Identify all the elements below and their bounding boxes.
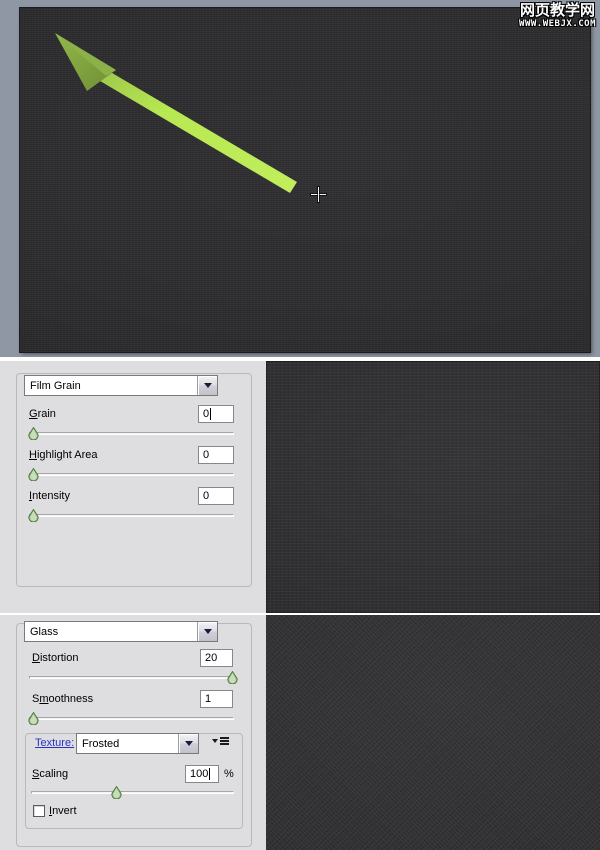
distortion-value: 20 — [205, 652, 218, 664]
grain-value: 0 — [203, 408, 210, 420]
grain-slider[interactable] — [28, 427, 234, 440]
grain-label: Grain — [29, 408, 56, 420]
glass-preview-image — [266, 615, 600, 850]
highlight-area-slider[interactable] — [28, 468, 234, 481]
smoothness-slider-track[interactable] — [29, 717, 234, 720]
glass-filter-select-button[interactable] — [197, 622, 217, 641]
glass-filter-panel: Glass Distortion 20 Smoothness 1 Texture… — [0, 615, 600, 850]
smoothness-slider[interactable] — [28, 712, 234, 725]
invert-label: Invert — [49, 805, 77, 817]
distortion-slider[interactable] — [29, 671, 238, 684]
crosshair-cursor — [311, 187, 326, 202]
distortion-value-field[interactable]: 20 — [200, 649, 233, 667]
texture-flyout-menu-button[interactable] — [212, 737, 229, 745]
highlight-area-slider-track[interactable] — [29, 473, 234, 476]
chevron-down-icon — [203, 629, 212, 634]
scaling-slider-thumb[interactable] — [111, 786, 122, 799]
flyout-triangle-icon — [212, 738, 218, 743]
smoothness-value-field[interactable]: 1 — [200, 690, 233, 708]
smoothness-value: 1 — [205, 693, 212, 705]
scaling-value: 100 — [190, 768, 209, 780]
chevron-down-icon — [184, 741, 193, 746]
glass-filter-select-value: Glass — [25, 622, 197, 641]
film-grain-controls: Film Grain Grain 0 Highlight Area 0 Inte… — [0, 361, 266, 613]
invert-checkbox[interactable] — [33, 805, 45, 817]
texture-select-value: Frosted — [77, 734, 178, 753]
highlight-area-value: 0 — [203, 449, 210, 461]
film-grain-filter-panel: Film Grain Grain 0 Highlight Area 0 Inte… — [0, 361, 600, 613]
glass-filter-select[interactable]: Glass — [24, 621, 218, 642]
intensity-slider-track[interactable] — [29, 514, 234, 517]
scaling-value-field[interactable]: 100 — [185, 765, 219, 783]
watermark: 网页教学网 WWW.WEBJX.COM — [519, 3, 596, 29]
film-grain-filter-select[interactable]: Film Grain — [24, 375, 218, 396]
image-canvas[interactable] — [20, 8, 590, 352]
smoothness-label: Smoothness — [32, 693, 94, 705]
text-caret — [210, 408, 212, 420]
image-canvas-area: 网页教学网 WWW.WEBJX.COM — [0, 0, 600, 357]
intensity-slider-thumb[interactable] — [28, 509, 39, 522]
text-caret — [209, 768, 211, 780]
watermark-url: WWW.WEBJX.COM — [519, 19, 596, 29]
highlight-area-slider-thumb[interactable] — [28, 468, 39, 481]
highlight-area-value-field[interactable]: 0 — [198, 446, 234, 464]
film-grain-filter-select-button[interactable] — [197, 376, 217, 395]
intensity-label: Intensity — [29, 490, 70, 502]
chevron-down-icon — [203, 383, 212, 388]
flyout-menu-icon — [220, 737, 229, 745]
film-grain-preview-pane[interactable] — [266, 361, 600, 613]
grain-slider-track[interactable] — [29, 432, 234, 435]
grain-slider-thumb[interactable] — [28, 427, 39, 440]
intensity-slider[interactable] — [28, 509, 234, 522]
texture-select[interactable]: Frosted — [76, 733, 199, 754]
glass-preview-pane[interactable] — [266, 615, 600, 850]
watermark-site-name: 网页教学网 — [520, 1, 596, 19]
intensity-value-field[interactable]: 0 — [198, 487, 234, 505]
distortion-slider-thumb[interactable] — [227, 671, 238, 684]
film-grain-preview-image — [266, 361, 600, 613]
distortion-label: Distortion — [32, 652, 79, 664]
green-arrow-shape — [55, 33, 297, 193]
smoothness-slider-thumb[interactable] — [28, 712, 39, 725]
scaling-label: Scaling — [32, 768, 69, 780]
highlight-area-label: Highlight Area — [29, 449, 98, 461]
glass-controls: Glass Distortion 20 Smoothness 1 Texture… — [0, 615, 266, 850]
texture-select-button[interactable] — [178, 734, 198, 753]
film-grain-filter-select-value: Film Grain — [25, 376, 197, 395]
invert-checkbox-row[interactable]: Invert — [33, 805, 77, 817]
scaling-slider-track[interactable] — [31, 791, 234, 794]
texture-label[interactable]: Texture: — [33, 737, 77, 749]
grain-value-field[interactable]: 0 — [198, 405, 234, 423]
distortion-slider-track[interactable] — [29, 676, 234, 679]
intensity-value: 0 — [203, 490, 210, 502]
scaling-slider[interactable] — [31, 786, 234, 799]
scaling-unit: % — [224, 768, 234, 780]
